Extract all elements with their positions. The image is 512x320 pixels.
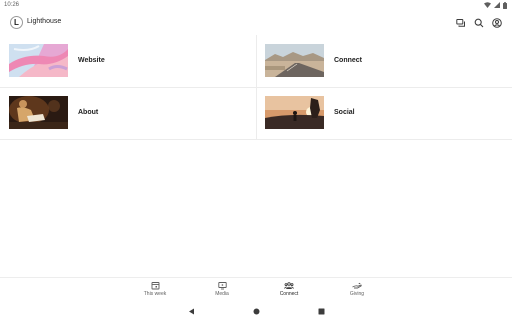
app-logo[interactable]: L [10,16,23,29]
app-bar: L Lighthouse [0,12,512,34]
system-navigation-bar [0,302,512,320]
nav-label: This week [143,291,167,297]
tile-label: Website [78,57,105,64]
giving-icon [352,281,362,290]
calendar-icon [151,281,160,290]
status-icons [484,1,507,9]
nav-label: Giving [349,291,365,297]
nav-item-this-week[interactable]: This week [135,281,175,301]
home-icon[interactable] [252,307,260,315]
back-icon[interactable] [187,307,195,315]
cellular-icon [494,2,500,8]
nav-item-giving[interactable]: Giving [337,281,377,301]
media-icon [217,281,227,290]
grid-divider-bottom [0,139,512,140]
status-time: 10:26 [4,2,20,8]
tile-about[interactable]: About [0,87,256,139]
app-title: Lighthouse [27,18,62,25]
nav-label: Connect [279,291,299,297]
bottom-navigation: This week Media Connect Giving [0,277,512,301]
tile-label: Social [334,109,355,116]
nav-item-media[interactable]: Media [202,281,242,301]
battery-icon [503,1,507,9]
people-icon [284,281,294,290]
pink-abstract-image [9,44,68,77]
tile-label: Connect [334,57,362,64]
tile-connect[interactable]: Connect [256,35,512,87]
grid-divider-horizontal [0,87,512,88]
logo-letter: L [14,18,19,27]
tile-website[interactable]: Website [0,35,256,87]
sunset-silhouette-image [265,96,324,129]
wifi-icon [484,2,491,8]
search-icon[interactable] [474,18,484,28]
messages-icon[interactable] [456,18,466,28]
desert-road-image [265,44,324,77]
recents-icon[interactable] [317,307,325,315]
nav-item-connect[interactable]: Connect [269,281,309,301]
tile-label: About [78,109,99,116]
app-actions [456,16,502,29]
tile-social[interactable]: Social [256,87,512,139]
status-bar: 10:26 [0,0,512,10]
person-reading-image [9,96,68,129]
account-icon[interactable] [492,17,502,28]
nav-label: Media [215,291,229,297]
